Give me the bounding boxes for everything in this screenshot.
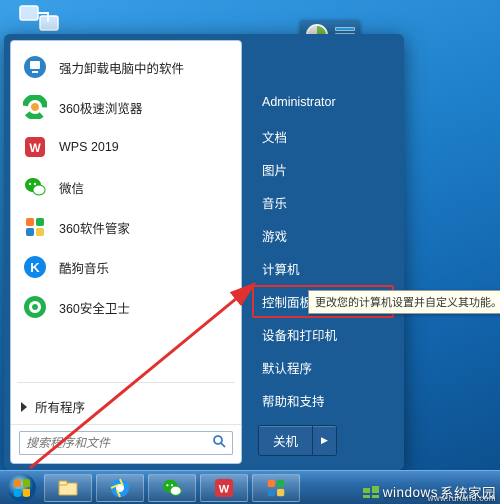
right-item-6[interactable]: 设备和打印机: [252, 318, 394, 351]
search-wrap: [11, 424, 241, 463]
all-programs[interactable]: 所有程序: [11, 389, 241, 424]
browser-icon: [109, 477, 131, 499]
app-item-wechat[interactable]: 微信: [13, 167, 239, 207]
taskbar-item-wechat[interactable]: [148, 474, 196, 502]
app-label: 微信: [59, 178, 84, 197]
shutdown-menu-arrow[interactable]: ▶: [313, 430, 336, 451]
right-item-2[interactable]: 音乐: [252, 186, 394, 219]
svg-text:K: K: [30, 260, 40, 275]
watermark-logo-icon: [361, 484, 381, 500]
shutdown-button[interactable]: 关机 ▶: [258, 425, 337, 456]
all-programs-label: 所有程序: [35, 397, 85, 416]
right-item-3[interactable]: 游戏: [252, 219, 394, 252]
app-label: 酷狗音乐: [59, 258, 109, 277]
right-item-7[interactable]: 默认程序: [252, 351, 394, 384]
right-item-8[interactable]: 帮助和支持: [252, 384, 394, 417]
app-label: WPS 2019: [59, 140, 119, 154]
start-menu-left-pane: 强力卸载电脑中的软件 360极速浏览器 W WPS 2019 微信 360软件管家 K 酷狗音…: [10, 40, 242, 464]
wechat-icon: [161, 477, 183, 499]
app-label: 360安全卫士: [59, 298, 130, 317]
right-item-0[interactable]: 文档: [252, 120, 394, 153]
separator: [17, 382, 235, 383]
taskbar-item-wps[interactable]: W: [200, 474, 248, 502]
tooltip-control-panel: 更改您的计算机设置并自定义其功能。: [308, 290, 500, 314]
pinned-apps-list: 强力卸载电脑中的软件 360极速浏览器 W WPS 2019 微信 360软件管家 K 酷狗音…: [11, 41, 241, 376]
app-label: 360极速浏览器: [59, 98, 142, 117]
watermark-url: www.ruhaifu.com: [428, 494, 496, 503]
wps-icon: W: [213, 477, 235, 499]
windows-orb-icon: [7, 473, 37, 503]
app-label: 强力卸载电脑中的软件: [59, 58, 184, 77]
start-button[interactable]: [4, 472, 40, 504]
taskbar-item-browser[interactable]: [96, 474, 144, 502]
kugou-icon: K: [21, 253, 49, 281]
shutdown-row: 关机 ▶: [252, 421, 394, 462]
user-name[interactable]: Administrator: [252, 88, 394, 116]
wechat-icon: [21, 173, 49, 201]
app-item-softmgr[interactable]: 360软件管家: [13, 207, 239, 247]
app-item-wps[interactable]: W WPS 2019: [13, 127, 239, 167]
explorer-icon: [57, 477, 79, 499]
app-item-kugou[interactable]: K 酷狗音乐: [13, 247, 239, 287]
taskbar-item-softmgr[interactable]: [252, 474, 300, 502]
svg-text:W: W: [29, 141, 41, 155]
search-icon: [212, 434, 226, 453]
wps-icon: W: [21, 133, 49, 161]
uninstall-icon: [21, 53, 49, 81]
browser360-icon: [21, 93, 49, 121]
start-menu-right-pane: Administrator 文档图片音乐游戏计算机控制面板设备和打印机默认程序帮…: [242, 34, 404, 470]
app-item-uninstall[interactable]: 强力卸载电脑中的软件: [13, 47, 239, 87]
app-item-safe360[interactable]: 360安全卫士: [13, 287, 239, 327]
start-menu: 强力卸载电脑中的软件 360极速浏览器 W WPS 2019 微信 360软件管家 K 酷狗音…: [4, 34, 404, 470]
app-label: 360软件管家: [59, 218, 130, 237]
search-box[interactable]: [19, 431, 233, 455]
softmgr-icon: [21, 213, 49, 241]
safe360-icon: [21, 293, 49, 321]
app-item-browser360[interactable]: 360极速浏览器: [13, 87, 239, 127]
svg-text:W: W: [219, 483, 230, 495]
shutdown-label: 关机: [259, 426, 313, 455]
search-input[interactable]: [26, 436, 212, 450]
right-item-1[interactable]: 图片: [252, 153, 394, 186]
watermark: windows系统家园 www.ruhaifu.com: [361, 482, 496, 502]
right-item-4[interactable]: 计算机: [252, 252, 394, 285]
softmgr-icon: [265, 477, 287, 499]
taskbar-item-explorer[interactable]: [44, 474, 92, 502]
desktop: 网络 强力卸载电脑中的软件360极速浏览器WWPS 2019微信360软件管家K…: [0, 0, 500, 504]
triangle-icon: [21, 402, 27, 412]
